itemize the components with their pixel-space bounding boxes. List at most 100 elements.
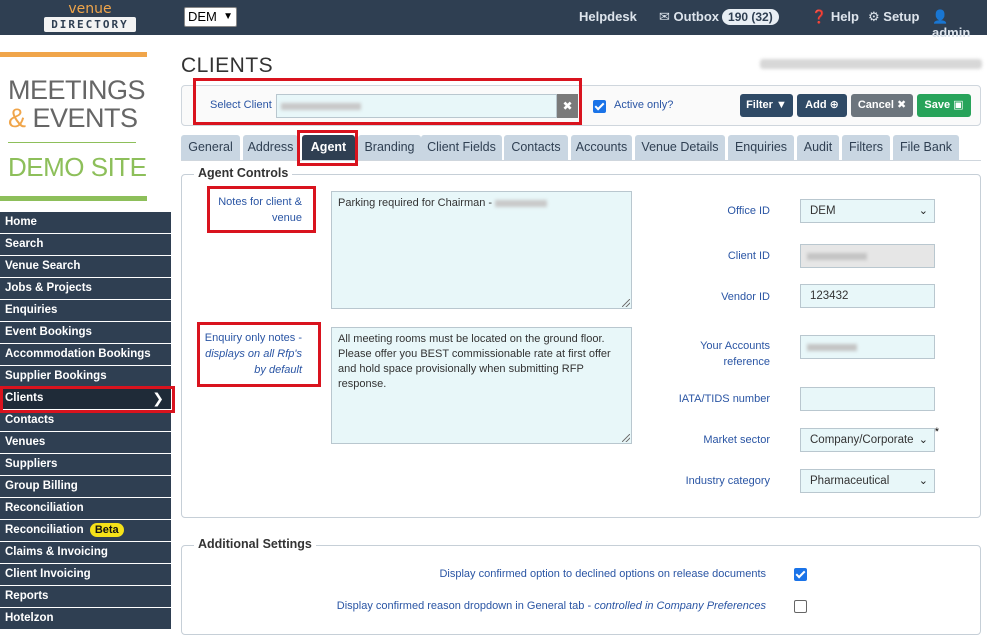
- market-sector-label: Market sector: [703, 434, 770, 446]
- setting1-checkbox[interactable]: [794, 568, 807, 581]
- site-brand: MEETINGS & EVENTS DEMO SITE: [0, 52, 147, 202]
- beta-badge: Beta: [89, 523, 124, 537]
- organisation-select[interactable]: DEM ▼: [184, 7, 237, 27]
- sidebar-item-venue-search[interactable]: Venue Search: [0, 256, 171, 278]
- tab-address[interactable]: Address: [243, 135, 298, 161]
- outbox-label: Outbox: [673, 9, 720, 24]
- sidebar-item-venues[interactable]: Venues: [0, 432, 171, 454]
- venue-directory-logo[interactable]: venue DIRECTORY: [44, 2, 136, 32]
- agent-controls-legend: Agent Controls: [194, 166, 293, 180]
- industry-value: Pharmaceutical: [810, 475, 890, 487]
- sidebar-item-enquiries[interactable]: Enquiries: [0, 300, 171, 322]
- clear-client-button[interactable]: ✖: [557, 94, 578, 118]
- cancel-button[interactable]: Cancel ✖: [851, 94, 913, 117]
- office-id-select[interactable]: DEM ⌄: [800, 199, 935, 223]
- tab-filters[interactable]: Filters: [842, 135, 890, 161]
- sidebar-item-hotelzon[interactable]: Hotelzon: [0, 608, 171, 630]
- tab-audit[interactable]: Audit: [797, 135, 839, 161]
- save-button[interactable]: Save ▣: [917, 94, 971, 117]
- sidebar-item-supplier-bookings[interactable]: Supplier Bookings: [0, 366, 171, 388]
- help-link[interactable]: ❓ Help: [811, 9, 859, 25]
- sidebar-item-reports[interactable]: Reports: [0, 586, 171, 608]
- sidebar-item-group-billing[interactable]: Group Billing: [0, 476, 171, 498]
- sidebar-item-jobs-projects[interactable]: Jobs & Projects: [0, 278, 171, 300]
- sidebar-item-label: Venues: [5, 436, 46, 448]
- sidebar-item-label: Reports: [5, 590, 49, 602]
- sidebar-item-label: Client Invoicing: [5, 568, 91, 580]
- sidebar-item-event-bookings[interactable]: Event Bookings: [0, 322, 171, 344]
- notes-textarea-value: Parking required for Chairman -: [338, 197, 493, 209]
- sidebar-item-home[interactable]: Home: [0, 212, 171, 234]
- setting2-checkbox[interactable]: [794, 600, 807, 613]
- sidebar-item-label: Contacts: [5, 414, 55, 426]
- enquiry-notes-label-line1: Enquiry only notes -: [204, 332, 302, 344]
- tab-client-fields[interactable]: Client Fields: [421, 135, 502, 161]
- setup-label: Setup: [883, 9, 920, 24]
- setting2-label-text: Display confirmed reason dropdown in Gen…: [336, 600, 592, 612]
- sidebar-item-clients[interactable]: Clients ❯: [0, 388, 171, 410]
- sidebar-item-reconciliation[interactable]: Reconciliation: [0, 498, 171, 520]
- required-asterisk: *: [934, 426, 939, 438]
- sidebar-menu: Home Search Venue Search Jobs & Projects…: [0, 212, 171, 630]
- sidebar-item-suppliers[interactable]: Suppliers: [0, 454, 171, 476]
- sidebar-item-label: Search: [5, 238, 44, 250]
- brand-ampersand: &: [8, 103, 26, 133]
- chevron-down-icon: ▼: [223, 11, 233, 22]
- client-id-field: [800, 244, 935, 268]
- select-client-input[interactable]: [276, 94, 557, 118]
- vendor-id-input[interactable]: 123432: [800, 284, 935, 308]
- add-button-label: Add: [805, 99, 827, 111]
- user-icon: 👤: [932, 9, 949, 24]
- brand-line3: DEMO SITE: [8, 152, 147, 182]
- tab-enquiries[interactable]: Enquiries: [728, 135, 794, 161]
- chevron-right-icon: ❯: [152, 390, 164, 406]
- helpdesk-link[interactable]: Helpdesk: [579, 9, 637, 24]
- sidebar-item-label: Suppliers: [5, 458, 58, 470]
- accounts-ref-input[interactable]: [800, 335, 935, 359]
- brand-top-bar: [0, 52, 147, 57]
- office-id-value: DEM: [810, 205, 836, 217]
- tab-branding[interactable]: Branding: [358, 135, 421, 161]
- enquiry-notes-label-line3: by default: [254, 364, 302, 376]
- brand-bottom-bar: [0, 196, 147, 201]
- chevron-down-icon: ⌄: [918, 475, 928, 487]
- setup-link[interactable]: ⚙ Setup: [868, 9, 919, 25]
- tab-file-bank[interactable]: File Bank: [893, 135, 959, 161]
- sidebar-item-label: Home: [5, 216, 37, 228]
- tabs-divider: [181, 160, 981, 161]
- resize-grip-icon[interactable]: [622, 434, 630, 442]
- sidebar-item-client-invoicing[interactable]: Client Invoicing: [0, 564, 171, 586]
- market-sector-select[interactable]: Company/Corporate ⌄ *: [800, 426, 939, 452]
- sidebar-item-search[interactable]: Search: [0, 234, 171, 256]
- envelope-icon: ✉: [659, 9, 670, 24]
- redacted-client-name: [281, 103, 361, 110]
- sidebar-item-accommodation-bookings[interactable]: Accommodation Bookings: [0, 344, 171, 366]
- tab-agent[interactable]: Agent: [302, 135, 355, 161]
- setting2-note: controlled in Company Preferences: [594, 600, 766, 612]
- outbox-count-badge: 190 (32): [722, 9, 779, 25]
- logo-line1: venue: [68, 1, 112, 17]
- sidebar-item-label: Venue Search: [5, 260, 81, 272]
- user-menu[interactable]: 👤 admin: [932, 9, 987, 40]
- sidebar-item-claims-invoicing[interactable]: Claims & Invoicing: [0, 542, 171, 564]
- tab-venue-details[interactable]: Venue Details: [635, 135, 725, 161]
- industry-label: Industry category: [685, 475, 770, 487]
- active-only-checkbox[interactable]: [593, 100, 606, 113]
- sidebar-item-contacts[interactable]: Contacts: [0, 410, 171, 432]
- notes-label: Notes for client & venue: [212, 194, 302, 226]
- enquiry-notes-textarea[interactable]: All meeting rooms must be located on the…: [331, 327, 632, 444]
- filter-button[interactable]: Filter ▼: [740, 94, 793, 117]
- add-button[interactable]: Add ⊕: [797, 94, 847, 117]
- notes-label-line2: venue: [272, 212, 302, 224]
- question-circle-icon: ❓: [811, 9, 828, 24]
- tab-contacts[interactable]: Contacts: [504, 135, 568, 161]
- resize-grip-icon[interactable]: [622, 299, 630, 307]
- brand-line2: & EVENTS: [8, 104, 138, 132]
- tab-general[interactable]: General: [181, 135, 240, 161]
- industry-select[interactable]: Pharmaceutical ⌄: [800, 469, 935, 493]
- sidebar-item-reconciliation-beta[interactable]: Reconciliation Beta: [0, 520, 171, 542]
- notes-textarea[interactable]: Parking required for Chairman -: [331, 191, 632, 309]
- outbox-link[interactable]: ✉ Outbox 190 (32): [659, 9, 779, 25]
- iata-input[interactable]: [800, 387, 935, 411]
- tab-accounts[interactable]: Accounts: [571, 135, 632, 161]
